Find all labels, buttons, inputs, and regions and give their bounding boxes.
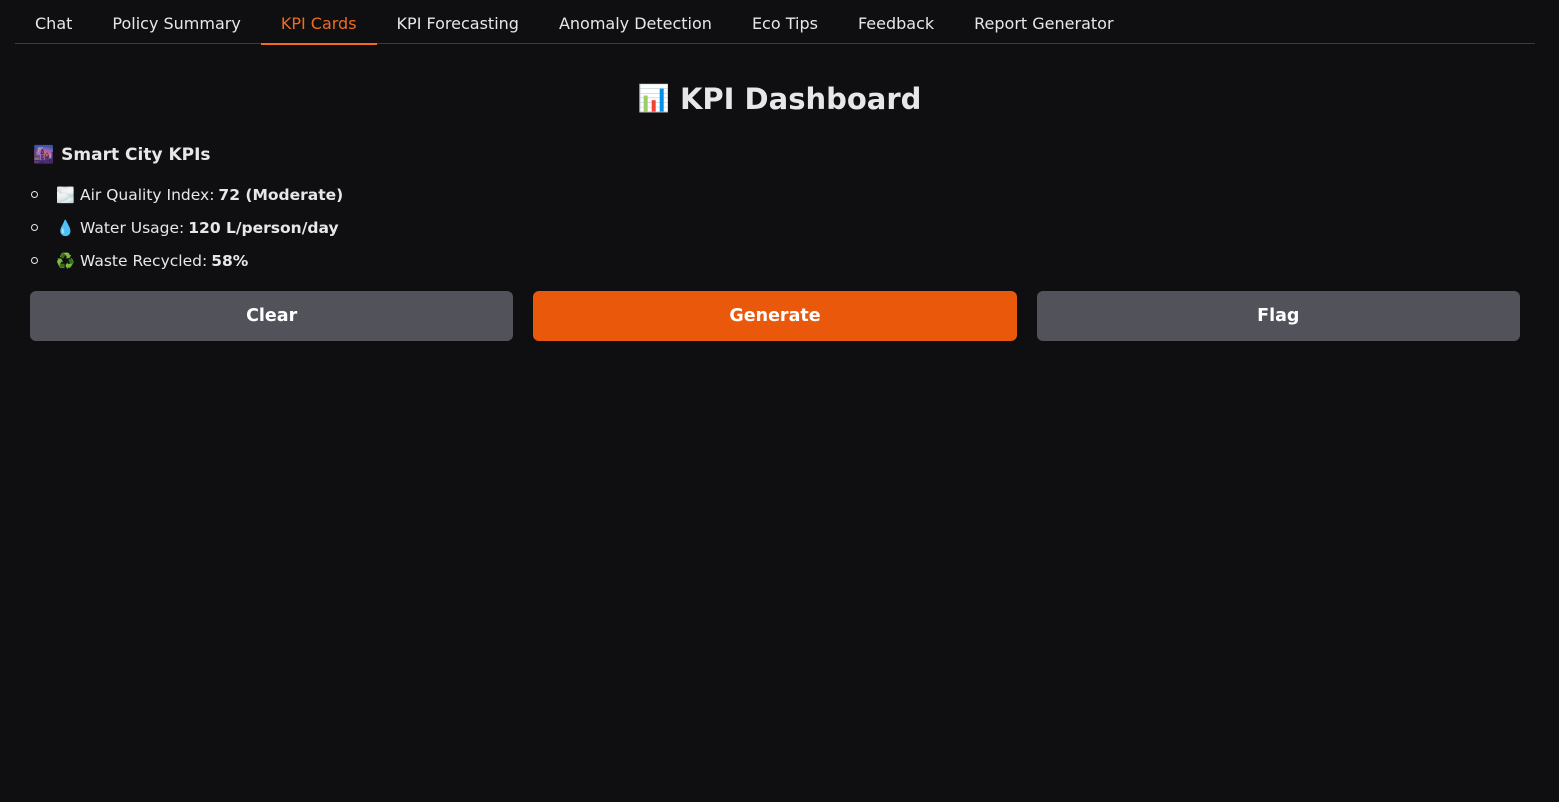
section-heading-text: Smart City KPIs [61,145,211,165]
page-title-text: KPI Dashboard [679,82,922,116]
tab-policy-summary[interactable]: Policy Summary [92,0,260,44]
kpi-value: 120 L/person/day [188,218,339,237]
tab-bar: Chat Policy Summary KPI Cards KPI Foreca… [15,0,1535,45]
kpi-label: Waste Recycled: [80,251,208,270]
kpi-value: 72 (Moderate) [218,185,344,204]
kpi-list: 🌫️ Air Quality Index: 72 (Moderate) 💧 Wa… [30,178,343,277]
recycle-icon: ♻️ [56,251,75,270]
kpi-item-water-usage: 💧 Water Usage: 120 L/person/day [30,211,343,244]
bullet-icon [31,224,38,231]
droplet-icon: 💧 [56,218,75,237]
page-title: 📊 KPI Dashboard [0,82,1559,116]
action-buttons: Clear Generate Flag [30,291,1520,341]
tab-eco-tips[interactable]: Eco Tips [732,0,838,44]
kpi-value: 58% [211,251,249,270]
clear-button[interactable]: Clear [30,291,514,341]
kpi-label: Water Usage: [80,218,185,237]
tab-kpi-cards[interactable]: KPI Cards [260,0,377,45]
tab-kpi-forecasting[interactable]: KPI Forecasting [377,0,539,44]
kpi-item-waste-recycled: ♻️ Waste Recycled: 58% [30,244,343,277]
tab-feedback[interactable]: Feedback [838,0,954,44]
flag-button[interactable]: Flag [1036,291,1520,341]
city-icon: 🌆 [33,145,55,165]
bullet-icon [31,191,38,198]
tab-chat[interactable]: Chat [15,0,92,44]
bar-chart-icon: 📊 [637,84,670,114]
kpi-label: Air Quality Index: [80,185,215,204]
tab-report-generator[interactable]: Report Generator [954,0,1133,44]
kpi-item-air-quality: 🌫️ Air Quality Index: 72 (Moderate) [30,178,343,211]
section-heading: 🌆 Smart City KPIs [33,145,211,165]
tab-anomaly-detection[interactable]: Anomaly Detection [539,0,732,44]
generate-button[interactable]: Generate [533,291,1017,341]
bullet-icon [31,257,38,264]
fog-icon: 🌫️ [56,185,75,204]
